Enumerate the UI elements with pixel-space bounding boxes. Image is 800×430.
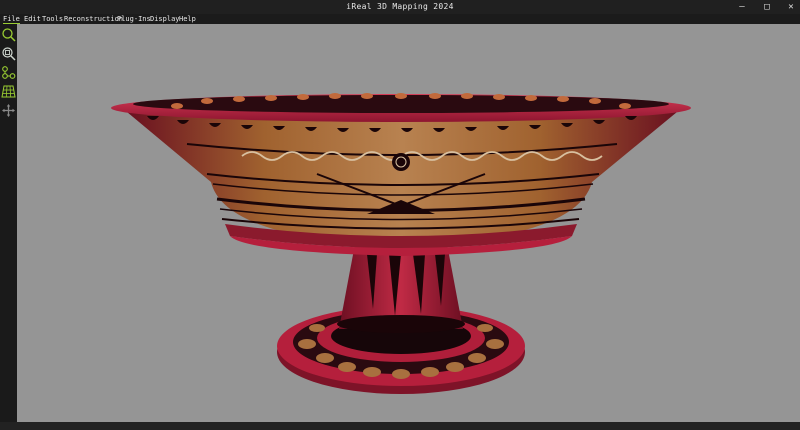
status-bar <box>0 422 800 430</box>
menu-tools[interactable]: Tools <box>42 15 63 23</box>
menu-display[interactable]: Display <box>150 15 180 23</box>
grid-mesh-icon[interactable] <box>1 84 16 99</box>
menu-bar: File Edit Tools Reconstruction Plug-Ins … <box>0 14 800 24</box>
move-icon[interactable] <box>1 103 16 118</box>
menu-plugins[interactable]: Plug-Ins <box>117 15 151 23</box>
left-toolbar <box>0 24 17 422</box>
window-title: iReal 3D Mapping 2024 <box>346 2 454 11</box>
minimize-button[interactable]: — <box>730 0 754 14</box>
close-button[interactable]: ✕ <box>779 0 800 14</box>
maximize-button[interactable]: □ <box>755 0 779 14</box>
menu-file[interactable]: File <box>3 15 20 24</box>
menu-edit[interactable]: Edit <box>24 15 41 23</box>
search-icon[interactable] <box>1 27 16 42</box>
vase-model <box>111 93 691 394</box>
3d-viewport[interactable] <box>17 24 800 422</box>
title-bar: iReal 3D Mapping 2024 — □ ✕ <box>0 0 800 14</box>
zoom-fit-icon[interactable] <box>1 46 16 61</box>
menu-help[interactable]: Help <box>179 15 196 23</box>
menu-reconstruction[interactable]: Reconstruction <box>64 15 123 23</box>
connect-points-icon[interactable] <box>1 65 16 80</box>
